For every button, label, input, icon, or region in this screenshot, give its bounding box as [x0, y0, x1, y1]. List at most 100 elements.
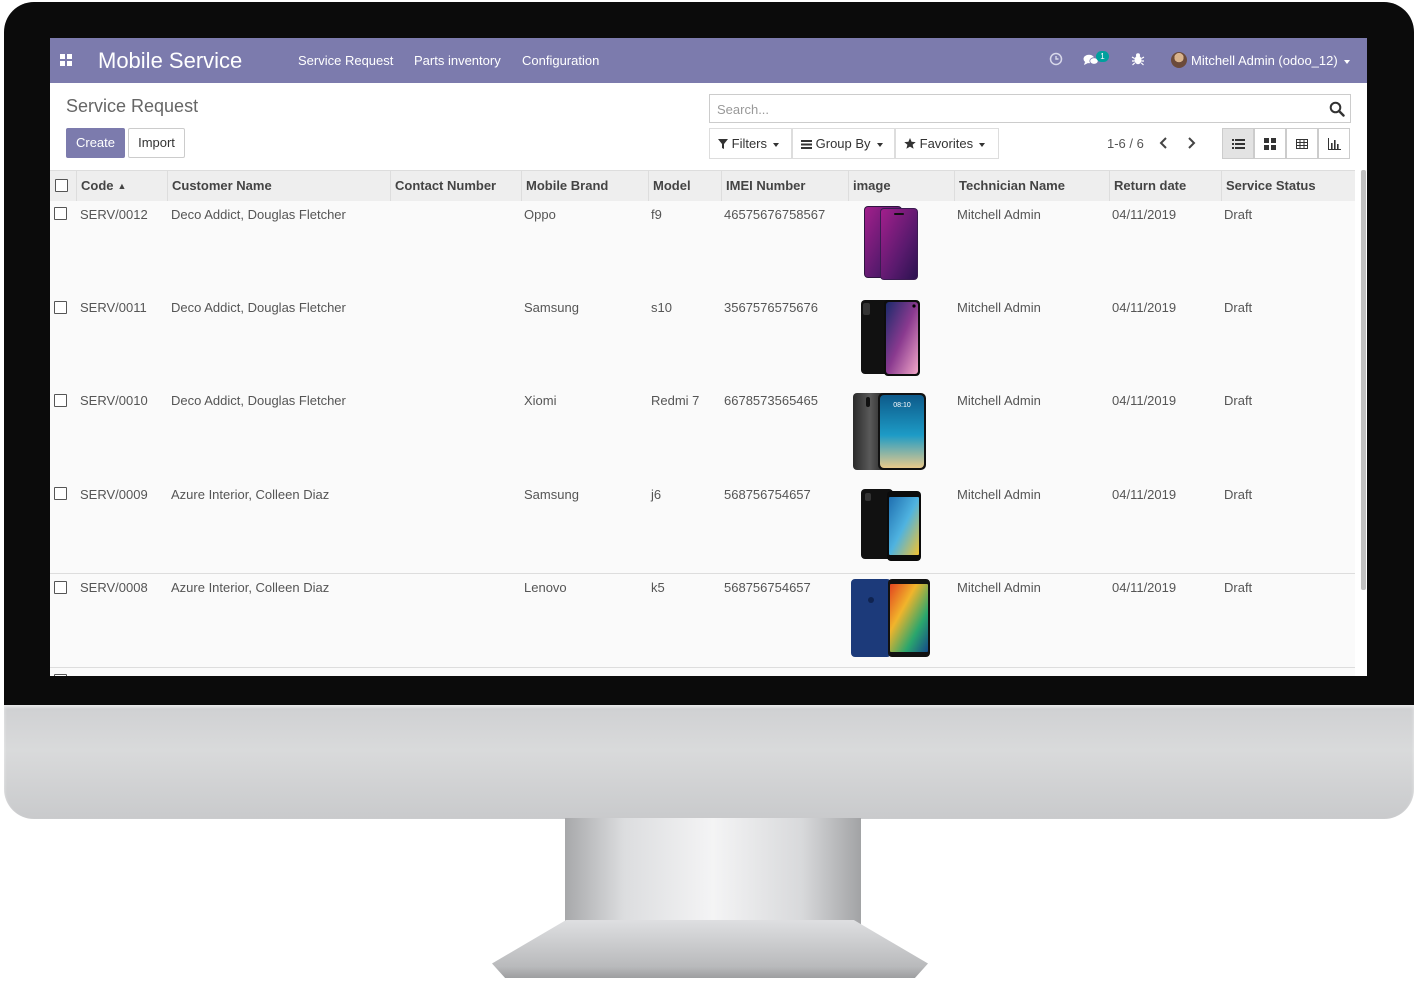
pivot-table-icon	[1296, 139, 1308, 149]
star-icon	[904, 138, 916, 149]
column-header-image[interactable]: image	[848, 171, 954, 201]
filters-label: Filters	[731, 136, 768, 151]
cell-imei-number: 568756754657	[724, 580, 811, 595]
group-by-dropdown[interactable]: Group By	[792, 128, 895, 159]
chevron-down-icon	[773, 142, 780, 147]
pager-value[interactable]: 1-6 / 6	[1107, 136, 1144, 151]
monitor-chin	[4, 705, 1414, 819]
cell-mobile-brand: Xiomi	[524, 393, 557, 408]
kanban-view-button[interactable]	[1254, 128, 1286, 159]
search-input[interactable]	[715, 101, 1309, 118]
user-avatar[interactable]	[1171, 52, 1187, 68]
favorites-dropdown[interactable]: Favorites	[895, 128, 999, 159]
cell-imei-number: 6678573565465	[724, 393, 818, 408]
bar-chart-icon	[1328, 138, 1341, 150]
chevron-down-icon	[876, 142, 883, 147]
cell-return-date: 04/11/2019	[1112, 393, 1177, 408]
cell-customer-name: Deco Addict, Douglas Fletcher	[171, 207, 346, 222]
column-header-code[interactable]: Code ▲	[76, 171, 167, 201]
menu-service-request[interactable]: Service Request	[298, 53, 393, 68]
cell-imei-number: 3567576575676	[724, 300, 818, 315]
cell-return-date: 04/11/2019	[1112, 207, 1177, 222]
cell-mobile-brand: Samsung	[524, 300, 579, 315]
sort-ascending-icon: ▲	[117, 181, 127, 191]
cell-service-status: Draft	[1224, 580, 1253, 595]
cell-model: j6	[651, 487, 662, 502]
column-header-service-status[interactable]: Service Status	[1221, 171, 1355, 201]
activity-clock-icon[interactable]	[1049, 52, 1063, 66]
cell-customer-name: Azure Interior, Colleen Diaz	[171, 580, 330, 595]
cell-service-status: Draft	[1224, 393, 1253, 408]
row-checkbox[interactable]	[54, 487, 67, 500]
cell-return-date: 04/11/2019	[1112, 300, 1177, 315]
column-header-customer-name[interactable]: Customer Name	[167, 171, 390, 201]
redmi-7-phone-image: 08:10	[853, 393, 926, 470]
search-bar	[709, 94, 1351, 123]
cell-mobile-brand: Oppo	[524, 207, 556, 222]
cell-model: s10	[651, 300, 672, 315]
column-header-return-date[interactable]: Return date	[1109, 171, 1221, 201]
cell-return-date: 04/11/2019	[1112, 487, 1177, 502]
page-title: Service Request	[66, 96, 199, 116]
monitor-stand-neck	[565, 818, 861, 928]
apps-grid-icon[interactable]	[60, 54, 72, 66]
graph-view-button[interactable]	[1318, 128, 1350, 159]
column-header-contact-number[interactable]: Contact Number	[390, 171, 521, 201]
filter-icon	[718, 139, 728, 149]
table-row[interactable]: SERV/0008 Azure Interior, Colleen Diaz L…	[50, 574, 1355, 668]
oppo-f9-phone-image	[864, 206, 918, 280]
row-checkbox[interactable]	[54, 301, 67, 314]
list-view-icon	[1232, 139, 1245, 149]
column-header-technician-name[interactable]: Technician Name	[954, 171, 1109, 201]
column-header-label: Code	[81, 178, 114, 193]
cell-technician-name: Mitchell Admin	[957, 393, 1041, 408]
import-button[interactable]: Import	[128, 128, 185, 158]
table-row[interactable]: SERV/0010 Deco Addict, Douglas Fletcher …	[50, 387, 1355, 481]
list-view-button[interactable]	[1222, 128, 1254, 159]
cell-service-status: Draft	[1224, 207, 1253, 222]
cell-code: SERV/0008	[80, 580, 148, 595]
table-header: Code ▲ Customer Name Contact Number Mobil…	[50, 170, 1355, 202]
pager-next-icon[interactable]	[1186, 137, 1196, 149]
menu-configuration[interactable]: Configuration	[522, 53, 599, 68]
create-button[interactable]: Create	[66, 128, 125, 158]
chevron-down-icon	[1343, 59, 1350, 64]
message-count-badge: 1	[1096, 51, 1109, 62]
column-header-imei-number[interactable]: IMEI Number	[721, 171, 848, 201]
cell-technician-name: Mitchell Admin	[957, 300, 1041, 315]
table-row[interactable]: SERV/0011 Deco Addict, Douglas Fletcher …	[50, 294, 1355, 388]
cell-code: SERV/0012	[80, 207, 148, 222]
cell-technician-name: Mitchell Admin	[957, 487, 1041, 502]
cell-code: SERV/0010	[80, 393, 148, 408]
row-checkbox[interactable]	[54, 207, 67, 220]
select-all-checkbox[interactable]	[55, 179, 68, 192]
pivot-view-button[interactable]	[1286, 128, 1318, 159]
table-row[interactable]	[50, 668, 1355, 676]
samsung-j6-phone-image	[861, 489, 921, 561]
column-header-mobile-brand[interactable]: Mobile Brand	[521, 171, 648, 201]
filters-dropdown[interactable]: Filters	[709, 128, 792, 159]
cell-model: Redmi 7	[651, 393, 700, 408]
table-row[interactable]: SERV/0012 Deco Addict, Douglas Fletcher …	[50, 201, 1355, 295]
column-header-model[interactable]: Model	[648, 171, 721, 201]
row-checkbox[interactable]	[54, 674, 67, 676]
row-checkbox[interactable]	[54, 581, 67, 594]
cell-imei-number: 46575676758567	[724, 207, 826, 222]
pager-previous-icon[interactable]	[1159, 137, 1169, 149]
menu-parts-inventory[interactable]: Parts inventory	[414, 53, 501, 68]
user-name-label: Mitchell Admin (odoo_12)	[1191, 53, 1338, 68]
cell-model: f9	[651, 207, 662, 222]
search-icon[interactable]	[1329, 101, 1345, 117]
cell-code: SERV/0011	[80, 300, 147, 315]
row-checkbox[interactable]	[54, 394, 67, 407]
user-menu[interactable]: Mitchell Admin (odoo_12)	[1191, 53, 1350, 68]
cell-mobile-brand: Samsung	[524, 487, 579, 502]
list-bars-icon	[801, 140, 812, 149]
top-navbar: Mobile Service Service Request Parts inv…	[50, 38, 1367, 83]
table-scrollbar[interactable]	[1361, 170, 1366, 590]
cell-service-status: Draft	[1224, 487, 1253, 502]
table-row[interactable]: SERV/0009 Azure Interior, Colleen Diaz S…	[50, 480, 1355, 574]
debug-bug-icon[interactable]	[1131, 52, 1145, 66]
cell-imei-number: 568756754657	[724, 487, 811, 502]
samsung-s10-phone-image	[861, 300, 920, 376]
